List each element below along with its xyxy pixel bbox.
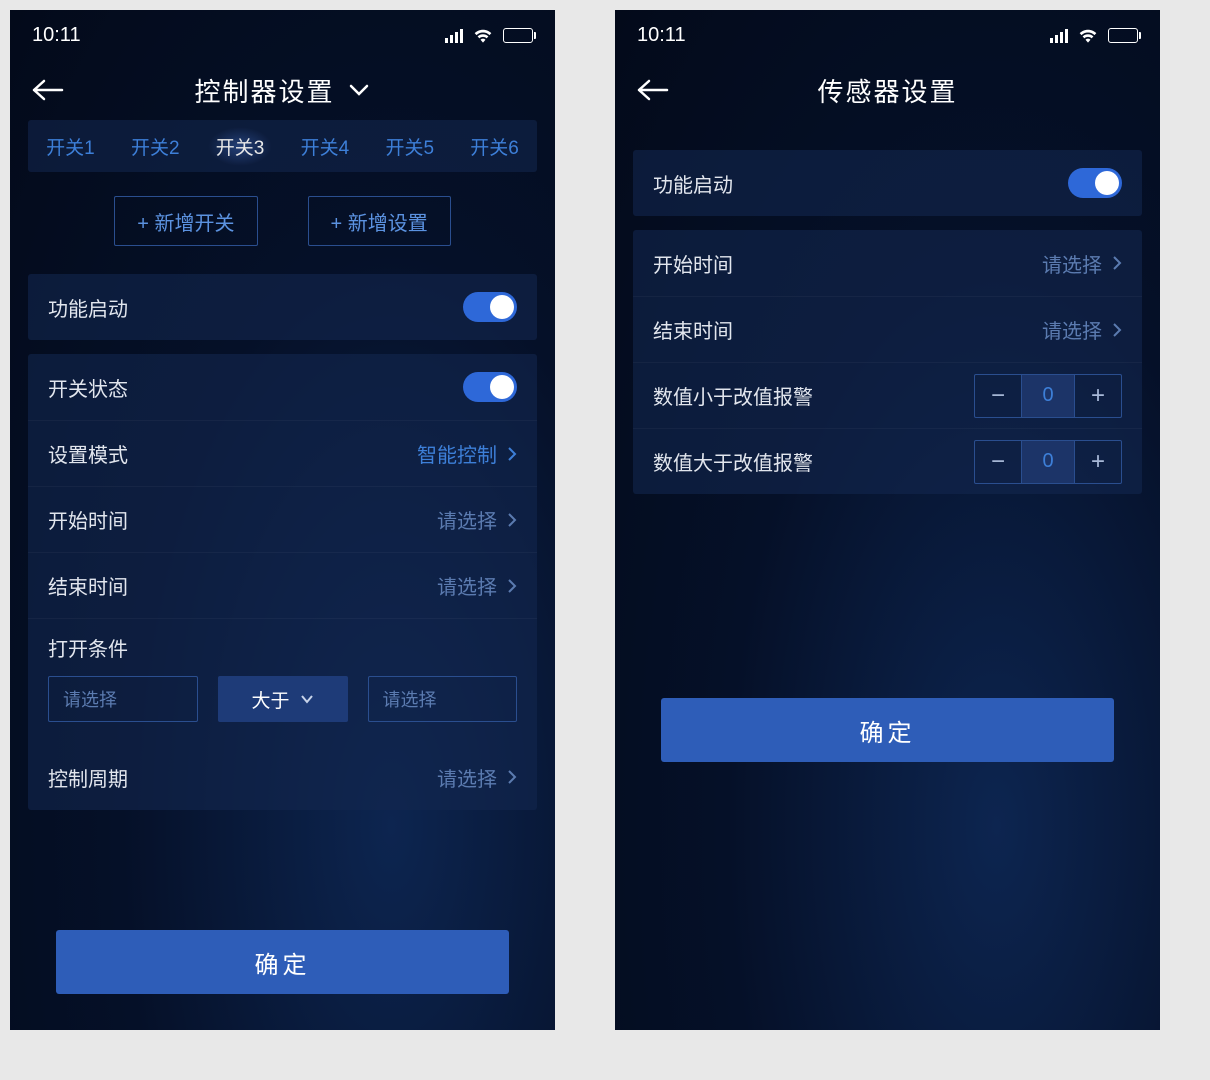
tab-switch-5[interactable]: 开关5 (377, 127, 442, 166)
chevron-right-icon (507, 512, 517, 528)
back-button[interactable] (633, 70, 673, 110)
end-time-row[interactable]: 结束时间 请选择 (633, 296, 1142, 362)
enable-row: 功能启动 (28, 274, 537, 340)
tab-switch-4[interactable]: 开关4 (293, 127, 358, 166)
switch-tabs: 开关1 开关2 开关3 开关4 开关5 开关6 (28, 120, 537, 172)
mode-value: 智能控制 (417, 439, 497, 468)
status-time: 10:11 (637, 24, 686, 47)
status-bar: 10:11 (615, 10, 1160, 60)
start-time-row[interactable]: 开始时间 请选择 (633, 230, 1142, 296)
title-dropdown[interactable] (347, 78, 371, 102)
condition-left-select[interactable]: 请选择 (48, 676, 198, 722)
condition-comparator-select[interactable]: 大于 (218, 676, 348, 722)
chevron-right-icon (507, 446, 517, 462)
low-alarm-decrement[interactable]: − (975, 375, 1021, 417)
start-time-label: 开始时间 (48, 505, 128, 534)
condition-comparator-value: 大于 (251, 686, 289, 713)
enable-toggle[interactable] (1068, 168, 1122, 198)
battery-icon (1108, 28, 1138, 43)
chevron-down-icon (300, 694, 314, 704)
enable-label: 功能启动 (653, 169, 733, 198)
confirm-area: 确定 (28, 930, 537, 1030)
start-time-row[interactable]: 开始时间 请选择 (28, 486, 537, 552)
switch-state-row: 开关状态 (28, 354, 537, 420)
nav-bar: 传感器设置 (615, 60, 1160, 120)
condition-right-placeholder: 请选择 (383, 686, 437, 712)
enable-row: 功能启动 (633, 150, 1142, 216)
start-time-value: 请选择 (437, 505, 497, 534)
cycle-value: 请选择 (437, 763, 497, 792)
cellular-icon (445, 27, 463, 43)
add-buttons-row: + 新增开关 + 新增设置 (28, 196, 537, 246)
wifi-icon (1078, 27, 1098, 43)
condition-left-placeholder: 请选择 (63, 686, 117, 712)
status-time: 10:11 (32, 24, 81, 47)
tab-switch-2[interactable]: 开关2 (123, 127, 188, 166)
enable-card: 功能启动 (28, 274, 537, 340)
low-alarm-increment[interactable]: + (1075, 375, 1121, 417)
confirm-button[interactable]: 确定 (56, 930, 509, 994)
page-title: 传感器设置 (817, 72, 957, 109)
chevron-right-icon (507, 578, 517, 594)
tab-switch-1[interactable]: 开关1 (38, 127, 103, 166)
page-title: 控制器设置 (194, 72, 334, 109)
end-time-label: 结束时间 (48, 571, 128, 600)
open-condition-inputs: 请选择 大于 请选择 (28, 676, 537, 744)
mode-label: 设置模式 (48, 439, 128, 468)
cycle-label: 控制周期 (48, 763, 128, 792)
cellular-icon (1050, 27, 1068, 43)
back-button[interactable] (28, 70, 68, 110)
add-switch-label: + 新增开关 (137, 207, 234, 236)
end-time-label: 结束时间 (653, 315, 733, 344)
chevron-right-icon (507, 769, 517, 785)
high-alarm-label: 数值大于改值报警 (653, 447, 813, 476)
end-time-value: 请选择 (437, 571, 497, 600)
wifi-icon (473, 27, 493, 43)
add-setting-button[interactable]: + 新增设置 (308, 196, 451, 246)
condition-right-select[interactable]: 请选择 (368, 676, 518, 722)
end-time-value: 请选择 (1042, 315, 1102, 344)
cycle-row[interactable]: 控制周期 请选择 (28, 744, 537, 810)
status-indicators (1050, 27, 1138, 43)
low-alarm-stepper: − 0 + (974, 374, 1122, 418)
enable-label: 功能启动 (48, 293, 128, 322)
enable-card: 功能启动 (633, 150, 1142, 216)
tab-switch-6[interactable]: 开关6 (462, 127, 527, 166)
high-alarm-stepper: − 0 + (974, 440, 1122, 484)
confirm-button[interactable]: 确定 (661, 698, 1114, 762)
content: 开关1 开关2 开关3 开关4 开关5 开关6 + 新增开关 + 新增设置 功能… (10, 120, 555, 1030)
mode-row[interactable]: 设置模式 智能控制 (28, 420, 537, 486)
add-setting-label: + 新增设置 (331, 207, 428, 236)
open-condition-label: 打开条件 (48, 633, 128, 662)
high-alarm-increment[interactable]: + (1075, 441, 1121, 483)
switch-state-label: 开关状态 (48, 373, 128, 402)
open-condition-label-row: 打开条件 (28, 618, 537, 676)
start-time-value: 请选择 (1042, 249, 1102, 278)
add-switch-button[interactable]: + 新增开关 (114, 196, 257, 246)
chevron-right-icon (1112, 322, 1122, 338)
battery-icon (503, 28, 533, 43)
sensor-settings-card: 开始时间 请选择 结束时间 请选择 数值小于改值报警 − 0 + (633, 230, 1142, 494)
high-alarm-row: 数值大于改值报警 − 0 + (633, 428, 1142, 494)
tab-switch-3[interactable]: 开关3 (208, 127, 273, 166)
status-bar: 10:11 (10, 10, 555, 60)
low-alarm-row: 数值小于改值报警 − 0 + (633, 362, 1142, 428)
enable-toggle[interactable] (463, 292, 517, 322)
low-alarm-value[interactable]: 0 (1021, 375, 1075, 417)
start-time-label: 开始时间 (653, 249, 733, 278)
high-alarm-decrement[interactable]: − (975, 441, 1021, 483)
switch-state-toggle[interactable] (463, 372, 517, 402)
nav-bar: 控制器设置 (10, 60, 555, 120)
status-indicators (445, 27, 533, 43)
high-alarm-value[interactable]: 0 (1021, 441, 1075, 483)
phone-controller-settings: 10:11 控制器设置 开关1 开关2 开关3 开关4 开关5 开关6 (10, 10, 555, 1030)
confirm-area: 确定 (633, 698, 1142, 798)
phone-sensor-settings: 10:11 传感器设置 功能启动 开始时间 请选 (615, 10, 1160, 1030)
settings-card: 开关状态 设置模式 智能控制 开始时间 请选择 结束时间 (28, 354, 537, 810)
chevron-right-icon (1112, 255, 1122, 271)
content: 功能启动 开始时间 请选择 结束时间 请选择 数值小于改值报警 (615, 120, 1160, 1030)
end-time-row[interactable]: 结束时间 请选择 (28, 552, 537, 618)
low-alarm-label: 数值小于改值报警 (653, 381, 813, 410)
